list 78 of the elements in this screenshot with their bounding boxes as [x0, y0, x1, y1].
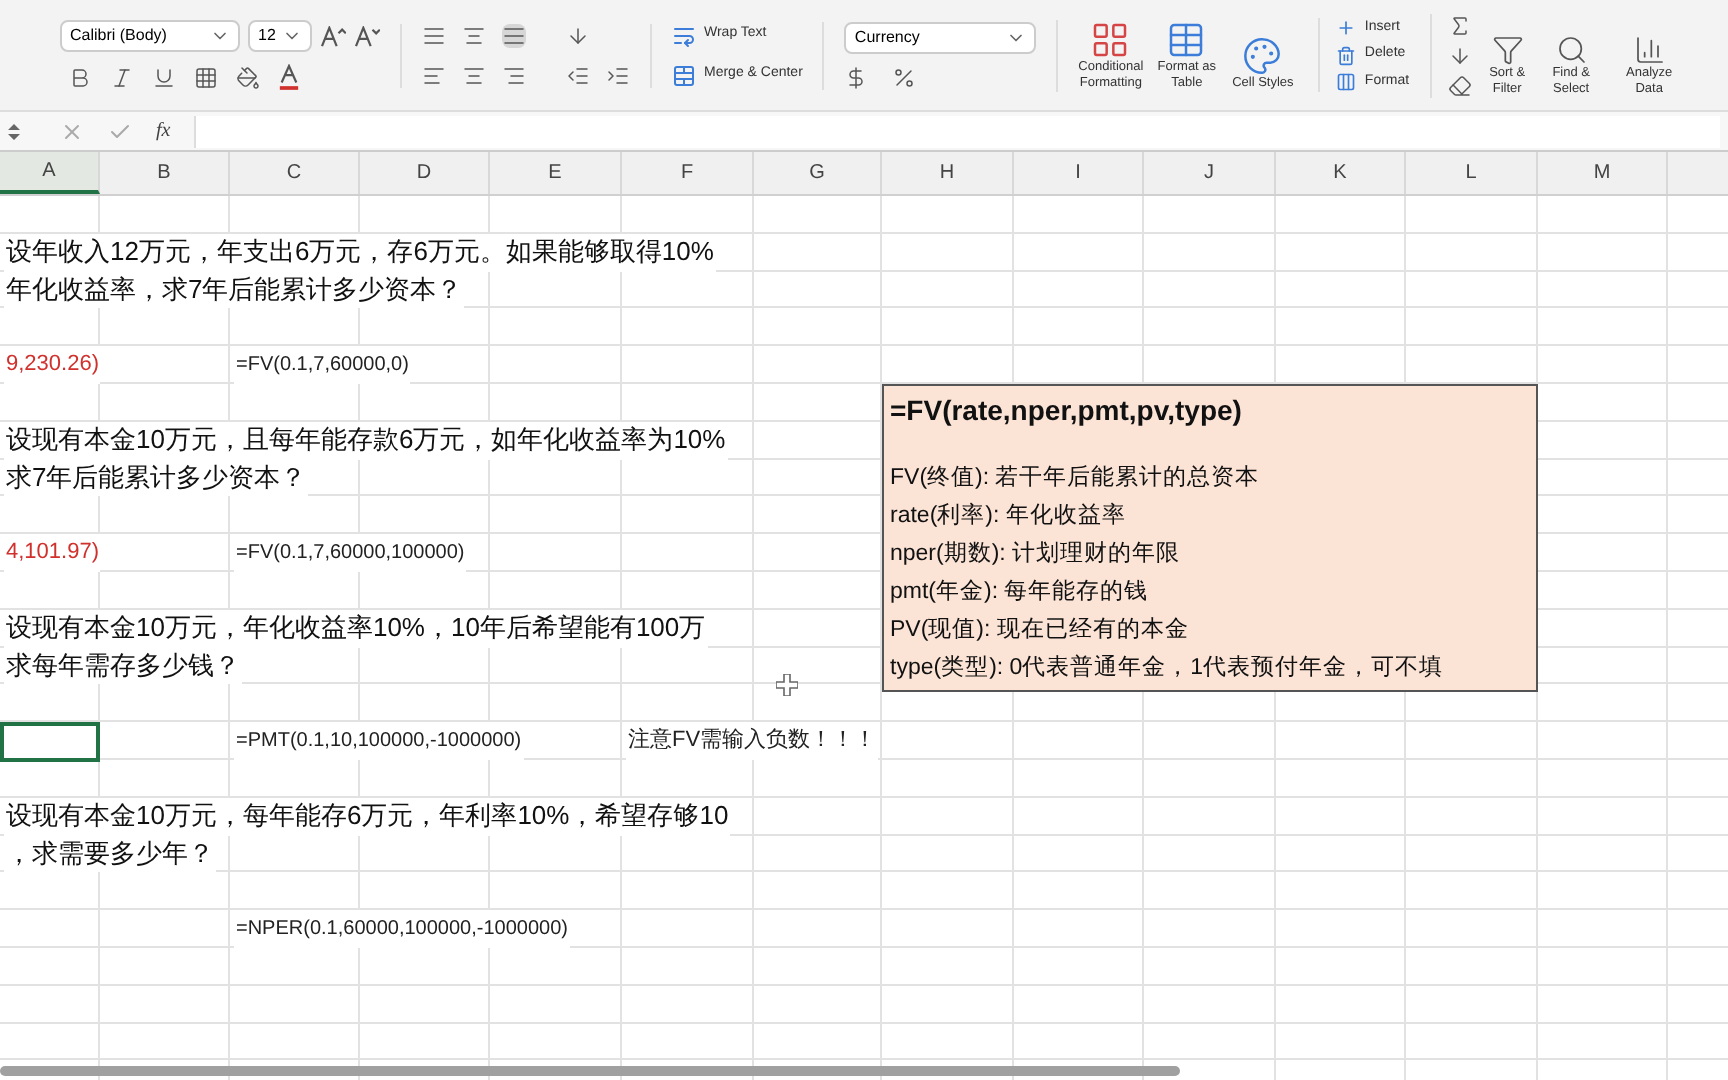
- italic-icon[interactable]: [110, 65, 134, 89]
- column-header[interactable]: I: [1014, 152, 1144, 194]
- column-header[interactable]: M: [1538, 152, 1668, 194]
- bold-icon[interactable]: [68, 65, 92, 89]
- font-dropdown[interactable]: Calibri (Body): [60, 20, 240, 52]
- column-header[interactable]: H: [882, 152, 1014, 194]
- chart-icon: [1633, 33, 1666, 65]
- filter-icon: [1491, 33, 1524, 65]
- decrease-font-icon[interactable]: [354, 25, 380, 47]
- text-box-title: =FV(rate,nper,pmt,pv,type): [890, 392, 1244, 430]
- cell-text: =PMT(0.1,10,100000,-1000000): [234, 722, 524, 760]
- palette-icon: [1242, 35, 1283, 75]
- fx-label[interactable]: fx: [156, 116, 171, 146]
- borders-icon[interactable]: [194, 65, 218, 89]
- align-center-icon[interactable]: [462, 63, 486, 87]
- cell-text: 求7年后能累计多少资本？: [4, 459, 309, 497]
- column-header[interactable]: B: [100, 152, 230, 194]
- font-color-icon[interactable]: [278, 64, 300, 90]
- align-right-icon[interactable]: [502, 63, 526, 87]
- scroll-bar[interactable]: [0, 1066, 1180, 1076]
- text-box-line: type(类型): 0代表普通年金，1代表预付年金，可不填: [890, 652, 1446, 684]
- text-box-line: FV(终值): 若干年后能累计的总资本: [890, 463, 1262, 494]
- align-top-icon[interactable]: [422, 23, 446, 47]
- trash-icon: [1336, 45, 1357, 65]
- fill-icon[interactable]: [1447, 43, 1472, 67]
- cell-text: =FV(0.1,7,60000,100000): [234, 534, 467, 572]
- cell-text: 9,230.26): [4, 346, 101, 384]
- cell-cursor-icon: [776, 674, 798, 696]
- cell-text: 4,101.97): [4, 534, 101, 572]
- cell-text: =FV(0.1,7,60000,0): [234, 346, 411, 384]
- wrap-icon: [672, 23, 696, 47]
- cell-text: 年化收益率，求7年后能累计多少资本？: [4, 271, 465, 309]
- column-header[interactable]: L: [1406, 152, 1538, 194]
- text-box[interactable]: =FV(rate,nper,pmt,pv,type) FV(终值): 若干年后能累计的总资本 rate(利率): 年化收益率 nper(期数): 计划理财的年限 pmt(年金): 每年能存的钱 PV(现值): 现在已经有的本金 type(类型): 0代表普通年金，1代表预付年金，可不填: [882, 384, 1538, 692]
- column-header[interactable]: A: [0, 152, 100, 194]
- column-header[interactable]: E: [490, 152, 622, 194]
- cell-text: 设现有本金10万元，年化收益率10%，10年后希望能有100万: [4, 609, 708, 648]
- column-header[interactable]: D: [360, 152, 490, 194]
- font-size-dropdown[interactable]: 12: [248, 20, 312, 52]
- cell-text: 注意FV需输入负数！！！: [626, 722, 879, 760]
- align-middle-icon[interactable]: [462, 23, 486, 47]
- number-format-dropdown[interactable]: Currency: [844, 21, 1037, 53]
- increase-font-icon[interactable]: [320, 25, 346, 47]
- column-header[interactable]: F: [622, 152, 754, 194]
- cell-text: =NPER(0.1,60000,100000,-1000000): [234, 910, 570, 948]
- align-bottom-icon[interactable]: [502, 23, 526, 47]
- selected-cell[interactable]: [0, 722, 100, 762]
- underline-icon[interactable]: [152, 65, 176, 89]
- text-box-line: rate(利率): 年化收益率: [890, 501, 1128, 532]
- merge-icon: [672, 63, 696, 87]
- decrease-indent-icon[interactable]: [566, 63, 590, 87]
- column-header[interactable]: K: [1276, 152, 1406, 194]
- table-icon: [1166, 19, 1207, 59]
- column-header[interactable]: G: [754, 152, 882, 194]
- cell-text: ，求需要多少年？: [4, 835, 216, 873]
- orientation-icon[interactable]: [566, 23, 590, 47]
- cell-text: 设现有本金10万元，每年能存6万元，年利率10%，希望存够10: [4, 797, 731, 836]
- align-left-icon[interactable]: [422, 63, 446, 87]
- text-box-line: PV(现值): 现在已经有的本金: [890, 615, 1191, 646]
- percent-icon[interactable]: [892, 65, 917, 89]
- text-box-line: nper(期数): 计划理财的年限: [890, 539, 1183, 570]
- clear-icon[interactable]: [1447, 73, 1472, 97]
- formula-input[interactable]: [194, 115, 1720, 147]
- text-box-line: pmt(年金): 每年能存的钱: [890, 577, 1151, 608]
- fill-color-icon[interactable]: [236, 65, 260, 89]
- cell-text: 设年收入12万元，年支出6万元，存6万元。如果能够取得10%: [4, 233, 716, 272]
- cell-text: 设现有本金10万元，且每年能存款6万元，如年化收益率为10%: [4, 421, 728, 460]
- column-header[interactable]: J: [1144, 152, 1276, 194]
- currency-icon[interactable]: [844, 65, 869, 89]
- columns-icon: [1336, 72, 1357, 92]
- stepper-icon[interactable]: [8, 121, 20, 141]
- cell-text: 求每年需存多少钱？: [4, 647, 242, 685]
- column-header[interactable]: C: [230, 152, 360, 194]
- grid-icon: [1090, 19, 1131, 59]
- plus-icon: [1336, 18, 1357, 38]
- search-icon: [1555, 33, 1588, 65]
- sum-icon[interactable]: [1447, 13, 1472, 37]
- increase-indent-icon[interactable]: [606, 63, 630, 87]
